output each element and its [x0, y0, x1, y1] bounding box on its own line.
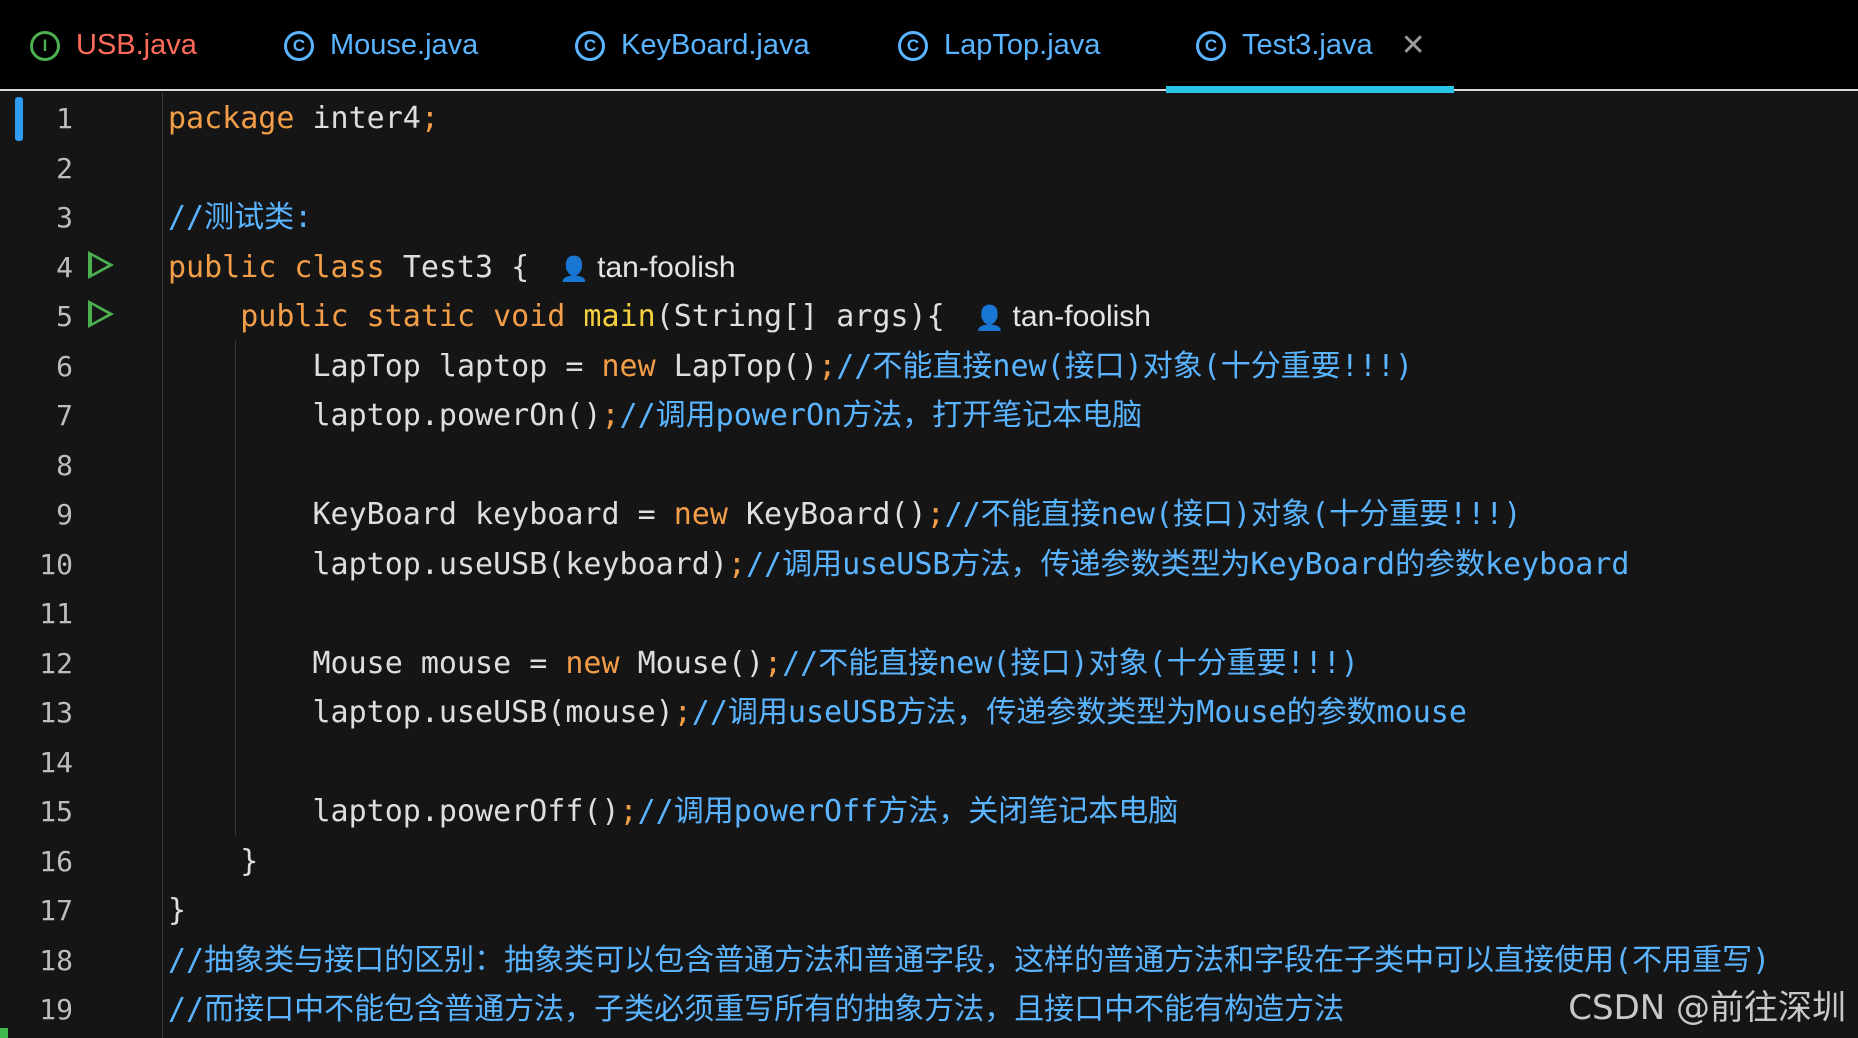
class-icon: C [898, 30, 928, 61]
code-line[interactable]: 1 package inter4; [0, 94, 1858, 143]
code-line[interactable]: 10 laptop.useUSB(keyboard);//调用useUSB方法，… [0, 540, 1858, 589]
code-text: } [168, 893, 187, 928]
code-text: laptop.useUSB(mouse);//调用useUSB方法，传递参数类型… [168, 695, 1467, 730]
tab-label: LapTop.java [944, 29, 1101, 61]
code-line[interactable]: 13 laptop.useUSB(mouse);//调用useUSB方法，传递参… [0, 688, 1858, 737]
line-number: 19 [39, 993, 73, 1026]
run-icon[interactable] [88, 300, 114, 328]
code-line[interactable]: 5 public static void main(String[] args)… [0, 292, 1858, 341]
tab-test3[interactable]: C Test3.java ✕ [1166, 0, 1454, 93]
line-number: 17 [39, 894, 73, 927]
code-author-hint[interactable]: 👤 tan-foolish [975, 300, 1151, 333]
line-number: 6 [56, 349, 73, 383]
line-number: 9 [56, 498, 73, 531]
code-line[interactable]: 7 laptop.powerOn();//调用powerOn方法，打开笔记本电脑 [0, 391, 1858, 440]
code-text: //而接口中不能包含普通方法，子类必须重写所有的抽象方法，且接口中不能有构造方法 [168, 992, 1345, 1027]
code-text: laptop.powerOff();//调用powerOff方法，关闭笔记本电脑 [168, 794, 1179, 829]
user-icon: 👤 [559, 255, 590, 283]
tab-mouse[interactable]: C Mouse.java [284, 0, 478, 91]
class-icon: C [1196, 30, 1226, 61]
line-number: 12 [39, 646, 73, 680]
interface-icon: I [30, 30, 60, 61]
line-number: 10 [39, 547, 73, 581]
line-number: 18 [39, 943, 73, 977]
close-tab-icon[interactable]: ✕ [1401, 28, 1426, 63]
tab-keyboard[interactable]: C KeyBoard.java [575, 0, 810, 91]
code-text: public static void main(String[] args){👤… [168, 292, 1151, 343]
code-line[interactable]: 6 LapTop laptop = new LapTop();//不能直接new… [0, 342, 1858, 391]
code-text: public class Test3 {👤 tan-foolish [168, 243, 736, 294]
code-line[interactable]: 8 [0, 441, 1858, 490]
tab-label: KeyBoard.java [621, 29, 810, 61]
code-line[interactable]: 15 laptop.powerOff();//调用powerOff方法，关闭笔记… [0, 787, 1858, 836]
line-number: 2 [56, 151, 73, 185]
line-number: 8 [56, 448, 73, 482]
code-text: } [168, 843, 259, 879]
watermark: CSDN @前往深圳 [1568, 988, 1846, 1028]
active-tab-indicator [1166, 86, 1454, 93]
code-line[interactable]: 12 Mouse mouse = new Mouse();//不能直接new(接… [0, 639, 1858, 688]
code-line[interactable]: 16 } [0, 837, 1858, 886]
tab-label: Test3.java [1242, 29, 1373, 61]
line-number: 14 [39, 745, 73, 779]
line-number: 16 [39, 844, 73, 878]
code-text: package inter4; [168, 101, 439, 136]
code-line[interactable]: 11 [0, 589, 1858, 638]
line-number: 1 [56, 102, 73, 135]
code-line[interactable]: 17} [0, 886, 1858, 935]
tab-usb[interactable]: I USB.java [30, 0, 197, 91]
code-text: Mouse mouse = new Mouse();//不能直接new(接口)对… [168, 645, 1359, 681]
status-indicator [0, 1028, 8, 1038]
class-icon: C [284, 30, 314, 61]
code-author-hint[interactable]: 👤 tan-foolish [559, 251, 735, 284]
code-line[interactable]: 14 [0, 738, 1858, 787]
tab-laptop[interactable]: C LapTop.java [898, 0, 1100, 91]
line-number: 7 [56, 399, 73, 432]
code-line[interactable]: 3 //测试类: [0, 193, 1858, 242]
line-number: 5 [56, 300, 73, 333]
code-line[interactable]: 2 [0, 144, 1858, 193]
code-text: //抽象类与接口的区别：抽象类可以包含普通方法和普通字段，这样的普通方法和字段在… [168, 942, 1771, 978]
line-number: 11 [39, 597, 73, 630]
code-text: LapTop laptop = new LapTop();//不能直接new(接… [168, 348, 1414, 384]
user-icon: 👤 [974, 305, 1005, 332]
line-number: 15 [39, 795, 73, 828]
code-text: laptop.useUSB(keyboard);//调用useUSB方法，传递参… [168, 546, 1630, 582]
code-text: //测试类: [168, 200, 313, 235]
code-text: KeyBoard keyboard = new KeyBoard();//不能直… [168, 497, 1522, 532]
run-icon[interactable] [88, 250, 114, 279]
line-number: 4 [56, 250, 73, 284]
line-number: 3 [56, 201, 73, 234]
editor-tab-bar: I USB.java C Mouse.java C KeyBoard.java C LapTo… [0, 0, 1858, 93]
class-icon: C [575, 30, 605, 61]
tab-label: USB.java [76, 29, 197, 61]
code-line[interactable]: 18 //抽象类与接口的区别：抽象类可以包含普通方法和普通字段，这样的普通方法和字… [0, 936, 1858, 985]
tab-label: Mouse.java [330, 29, 479, 61]
line-number: 13 [39, 696, 73, 729]
code-line[interactable]: 9 KeyBoard keyboard = new KeyBoard();//不… [0, 490, 1858, 539]
code-line[interactable]: 4 public class Test3 {👤 tan-foolish [0, 243, 1858, 292]
code-text: laptop.powerOn();//调用powerOn方法，打开笔记本电脑 [168, 398, 1143, 433]
